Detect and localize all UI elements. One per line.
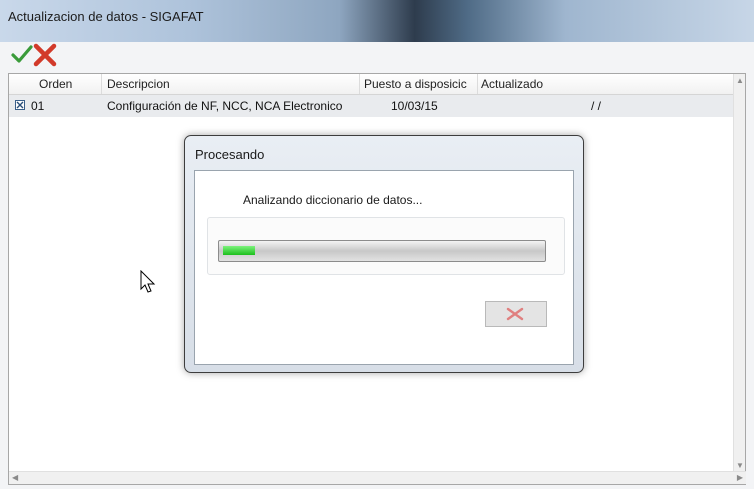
check-icon bbox=[11, 45, 33, 63]
progress-bar bbox=[218, 240, 546, 262]
close-icon bbox=[33, 43, 57, 67]
column-header-orden[interactable]: Orden bbox=[39, 77, 72, 91]
mouse-cursor-icon bbox=[140, 269, 156, 299]
horizontal-scrollbar[interactable]: ◀ ▶ bbox=[9, 471, 746, 484]
dialog-message: Analizando diccionario de datos... bbox=[243, 193, 423, 207]
row-checkbox[interactable] bbox=[15, 100, 25, 110]
dialog-body: Analizando diccionario de datos... bbox=[194, 170, 574, 365]
grid-header: Orden Descripcion Puesto a disposicic Ac… bbox=[9, 74, 735, 95]
window-title-bar[interactable]: Actualizacion de datos - SIGAFAT bbox=[0, 0, 754, 42]
table-row[interactable]: 01 Configuración de NF, NCC, NCA Electro… bbox=[9, 95, 735, 117]
scroll-down-icon[interactable]: ▼ bbox=[736, 461, 744, 470]
column-header-descripcion[interactable]: Descripcion bbox=[107, 77, 170, 91]
vertical-scrollbar[interactable]: ▲ ▼ bbox=[733, 74, 745, 472]
column-header-puesto[interactable]: Puesto a disposicic bbox=[364, 77, 476, 91]
close-icon bbox=[506, 307, 524, 321]
scroll-up-icon[interactable]: ▲ bbox=[736, 76, 744, 85]
cell-puesto: 10/03/15 bbox=[391, 99, 438, 113]
toolbar bbox=[8, 42, 746, 72]
scroll-right-icon[interactable]: ▶ bbox=[737, 473, 743, 482]
application-window: Actualizacion de datos - SIGAFAT Orden D… bbox=[0, 0, 754, 489]
window-title: Actualizacion de datos - SIGAFAT bbox=[8, 9, 204, 24]
processing-dialog: Procesando Analizando diccionario de dat… bbox=[184, 135, 584, 373]
cell-orden: 01 bbox=[31, 99, 45, 113]
cell-actualizado: / / bbox=[591, 99, 602, 113]
cancel-button[interactable] bbox=[485, 301, 547, 327]
dialog-title: Procesando bbox=[195, 147, 265, 162]
progress-group bbox=[207, 217, 565, 275]
scroll-left-icon[interactable]: ◀ bbox=[12, 473, 18, 482]
column-header-actualizado[interactable]: Actualizado bbox=[481, 77, 543, 91]
cell-descripcion: Configuración de NF, NCC, NCA Electronic… bbox=[107, 99, 343, 113]
cancel-toolbar-button[interactable] bbox=[32, 42, 60, 70]
progress-fill bbox=[223, 246, 255, 255]
